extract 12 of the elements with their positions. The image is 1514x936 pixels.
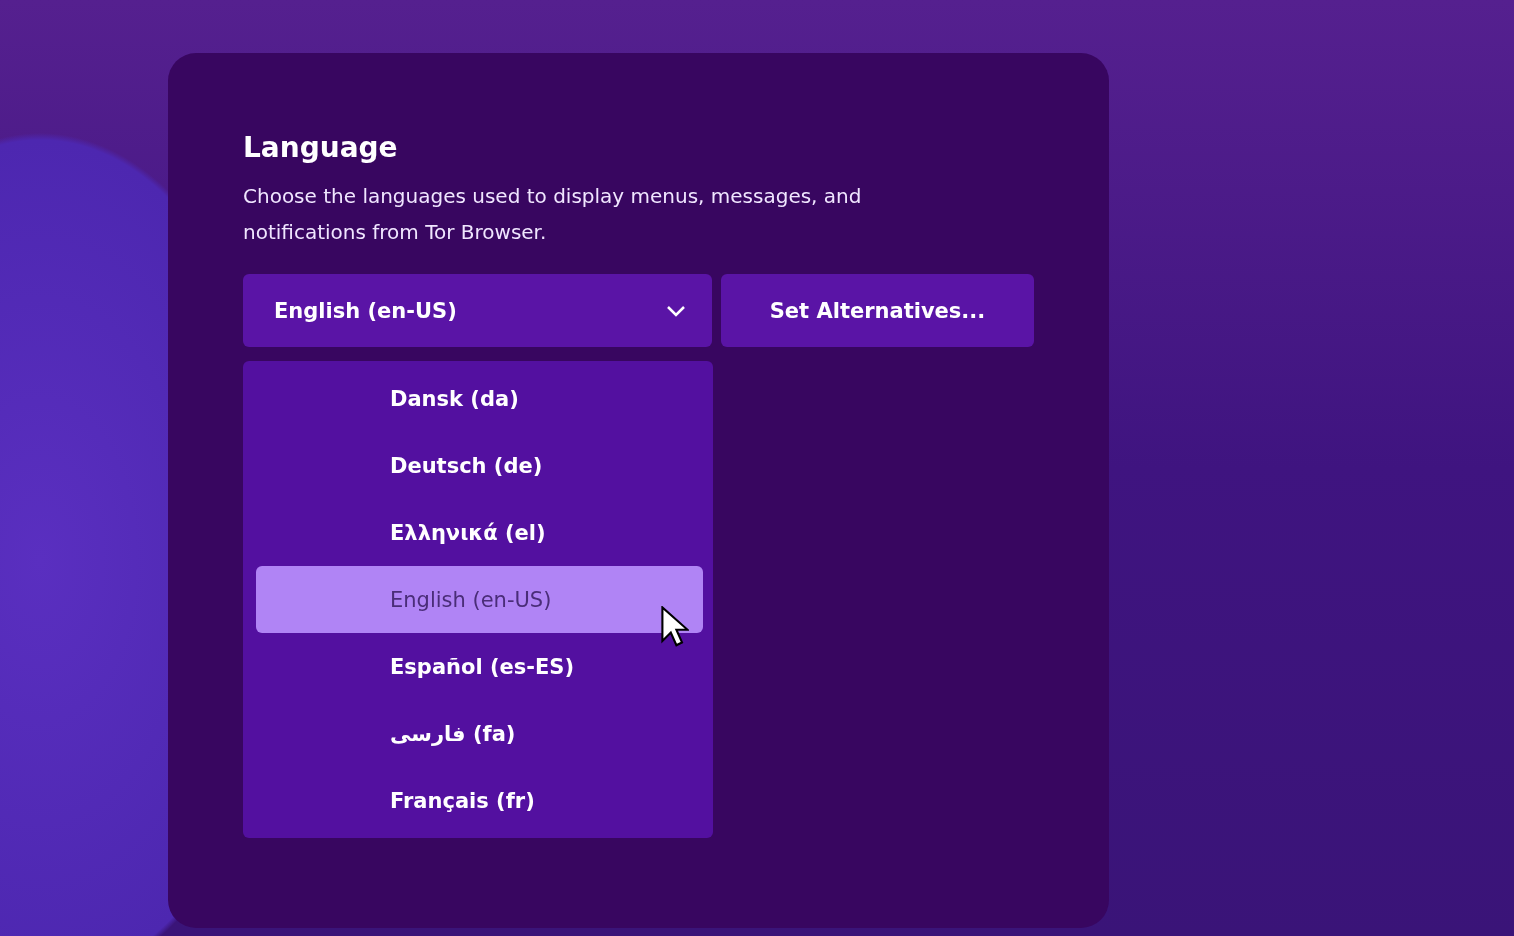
section-description: Choose the languages used to display menus, messages, and notifications from Tor Browser.: [243, 183, 863, 246]
language-option[interactable]: Ελληνικά (el): [256, 499, 703, 566]
cursor-icon: [661, 606, 689, 648]
language-option[interactable]: فارسی (fa): [256, 700, 703, 767]
set-alternatives-button[interactable]: Set Alternatives...: [721, 274, 1034, 347]
language-option[interactable]: Français (fr): [256, 767, 703, 834]
language-option[interactable]: Español (es-ES): [256, 633, 703, 700]
section-title: Language: [243, 131, 399, 164]
language-select[interactable]: English (en-US): [243, 274, 712, 347]
language-option[interactable]: Dansk (da): [256, 365, 703, 432]
language-option[interactable]: Deutsch (de): [256, 432, 703, 499]
chevron-icon: [666, 304, 686, 317]
